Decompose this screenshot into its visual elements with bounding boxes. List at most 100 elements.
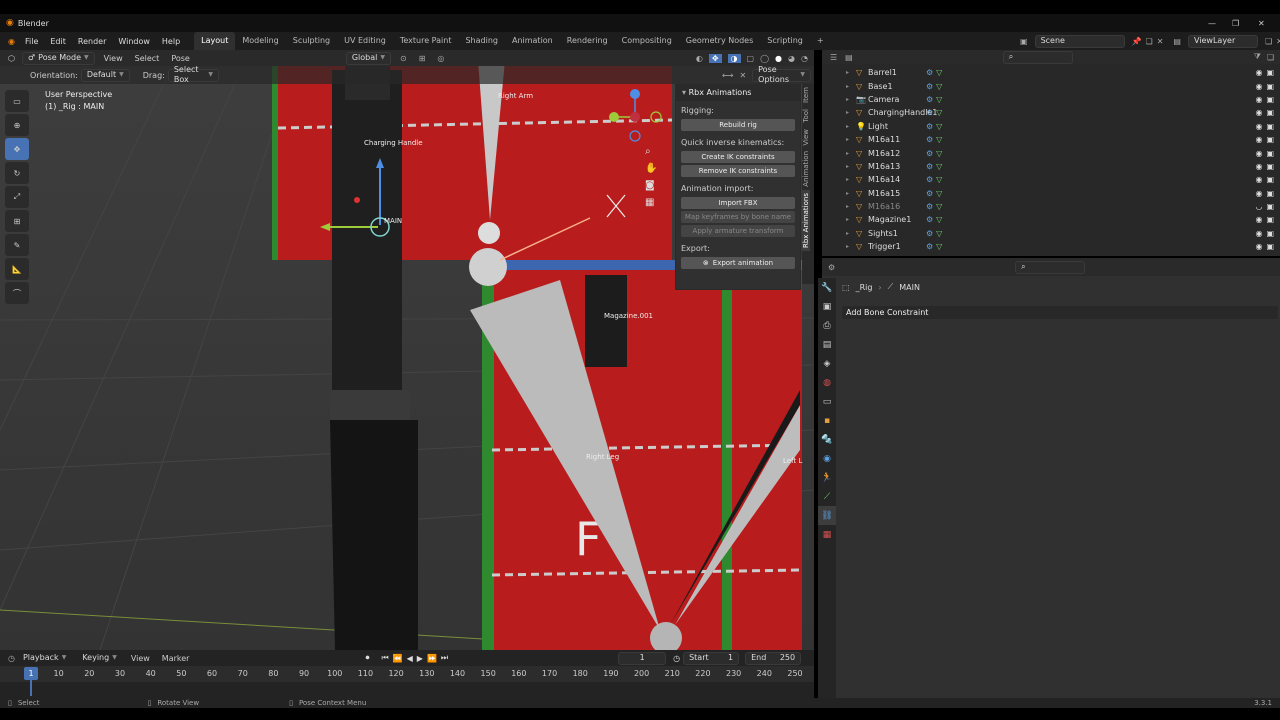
expand-icon[interactable]: ▸ <box>846 243 856 250</box>
outliner-item-name[interactable]: M16a16 <box>868 202 926 211</box>
create-ik-button[interactable]: Create IK constraints <box>681 151 795 163</box>
eye-icon[interactable]: ◉ <box>1255 189 1262 198</box>
grid-view-icon[interactable]: ▦ <box>645 197 657 208</box>
object-tab-icon[interactable]: ▪ <box>818 411 836 430</box>
tab-shading[interactable]: Shading <box>458 32 505 50</box>
pivot-icon[interactable]: ⊙ <box>400 54 407 63</box>
timeline-editor-icon[interactable]: ◷ <box>8 654 15 663</box>
tab-rbx-animations[interactable]: Rbx Animations <box>802 189 810 251</box>
outliner-item-name[interactable]: Magazine1 <box>868 215 926 224</box>
remove-ik-button[interactable]: Remove IK constraints <box>681 165 795 177</box>
measure-tool-icon[interactable]: 📐 <box>5 258 29 280</box>
eye-icon[interactable]: ◡ <box>1255 202 1262 211</box>
prev-key-icon[interactable]: ⏪ <box>393 654 403 663</box>
render-camera-icon[interactable]: ▣ <box>1266 202 1274 211</box>
pose-x-mirror-icon[interactable]: ⟷ <box>722 71 733 80</box>
playback-menu[interactable]: Playback ▼ <box>18 652 71 665</box>
menu-help[interactable]: Help <box>162 37 180 46</box>
properties-editor-icon[interactable]: ⚙ <box>828 263 835 272</box>
outliner-row[interactable]: ▸ ▽ Sights1 ⚙ ▽ ◉ ▣ <box>822 227 1280 240</box>
display-mode-icon[interactable]: ▤ <box>845 53 853 62</box>
tab-texture-paint[interactable]: Texture Paint <box>393 32 459 50</box>
drag-dropdown[interactable]: Select Box ▼ <box>167 65 219 84</box>
tab-layout[interactable]: Layout <box>194 32 236 50</box>
keying-menu[interactable]: Keying ▼ <box>77 652 122 665</box>
expand-icon[interactable]: ▸ <box>846 69 856 76</box>
menu-window[interactable]: Window <box>118 37 150 46</box>
outliner-item-name[interactable]: M16a11 <box>868 135 926 144</box>
eye-icon[interactable]: ◉ <box>1255 95 1262 104</box>
render-camera-icon[interactable]: ▣ <box>1266 229 1274 238</box>
scale-tool-icon[interactable]: ⤢ <box>5 186 29 208</box>
eye-icon[interactable]: ◉ <box>1255 229 1262 238</box>
jump-start-icon[interactable]: ⏮ <box>381 653 388 663</box>
tab-tool[interactable]: Tool <box>802 106 810 126</box>
end-frame-field[interactable]: End 250 <box>745 651 802 665</box>
close-icon[interactable]: ✕ <box>1258 19 1265 28</box>
outliner-row[interactable]: ▸ 📷 Camera ⚙ ▽ ◉ ▣ <box>822 93 1280 106</box>
eye-icon[interactable]: ◉ <box>1255 135 1262 144</box>
outliner-item-name[interactable]: Camera <box>868 95 926 104</box>
import-fbx-button[interactable]: Import FBX <box>681 197 795 209</box>
outliner-row[interactable]: ▸ ▽ Trigger1 ⚙ ▽ ◉ ▣ <box>822 240 1280 253</box>
clock-icon[interactable]: ◷ <box>673 654 680 663</box>
world-tab-icon[interactable]: ◍ <box>818 373 836 392</box>
expand-icon[interactable]: ▸ <box>846 96 856 103</box>
outliner-row[interactable]: ▸ 💡 Light ⚙ ▽ ◉ ▣ <box>822 120 1280 133</box>
outliner-item-name[interactable]: Light <box>868 122 926 131</box>
transform-tool-icon[interactable]: ⊞ <box>5 210 29 232</box>
new-view-layer-icon[interactable]: ❏ <box>1265 37 1272 46</box>
proportional-icon[interactable]: ◎ <box>437 54 444 63</box>
shading-wireframe-icon[interactable]: ◯ <box>760 54 769 63</box>
expand-icon[interactable]: ▸ <box>846 123 856 130</box>
visibility-icon[interactable]: ◐ <box>696 54 703 63</box>
eye-icon[interactable]: ◉ <box>1255 68 1262 77</box>
expand-icon[interactable]: ▸ <box>846 83 856 90</box>
view-layer-selector[interactable]: ViewLayer <box>1187 34 1258 48</box>
relax-tool-icon[interactable]: ⌒ <box>5 282 29 304</box>
expand-icon[interactable]: ▸ <box>846 230 856 237</box>
tool-tab-icon[interactable]: 🔧 <box>818 278 836 297</box>
outliner-item-name[interactable]: M16a15 <box>868 189 926 198</box>
tab-view[interactable]: View <box>802 126 810 149</box>
delete-view-layer-icon[interactable]: ✕ <box>1276 37 1280 46</box>
render-camera-icon[interactable]: ▣ <box>1266 82 1274 91</box>
pose-options-dropdown[interactable]: Pose Options ▼ <box>752 65 811 84</box>
physics-tab-icon[interactable]: ◉ <box>818 449 836 468</box>
expand-icon[interactable]: ▸ <box>846 176 856 183</box>
tab-scripting[interactable]: Scripting <box>760 32 810 50</box>
outliner-item-name[interactable]: Base1 <box>868 82 926 91</box>
expand-icon[interactable]: ▸ <box>846 190 856 197</box>
menu-render[interactable]: Render <box>78 37 106 46</box>
current-frame-field[interactable]: 1 <box>618 651 667 665</box>
filter-icon[interactable]: ⧩ <box>1254 52 1261 62</box>
tab-animation[interactable]: Animation <box>505 32 560 50</box>
timeline-view-menu[interactable]: View <box>131 654 150 663</box>
render-tab-icon[interactable]: ▣ <box>818 297 836 316</box>
object-data-tab-icon[interactable]: 🏃 <box>818 468 836 487</box>
expand-icon[interactable]: ▸ <box>846 109 856 116</box>
eye-icon[interactable]: ◉ <box>1255 108 1262 117</box>
zoom-icon[interactable]: ⌕ <box>645 146 657 157</box>
render-camera-icon[interactable]: ▣ <box>1266 189 1274 198</box>
scene-pin-icon[interactable]: 📌 <box>1132 37 1142 46</box>
outliner-row[interactable]: ▸ ▽ Barrel1 ⚙ ▽ ◉ ▣ <box>822 66 1280 79</box>
render-camera-icon[interactable]: ▣ <box>1266 215 1274 224</box>
tab-item[interactable]: Item <box>802 84 810 106</box>
mode-selector[interactable]: ♂ Pose Mode ▼ <box>21 51 95 65</box>
outliner-row[interactable]: ▸ ▽ M16a12 ⚙ ▽ ◉ ▣ <box>822 146 1280 159</box>
outliner-row[interactable]: ▸ ▽ M16a16 ⚙ ▽ ◡ ▣ <box>822 200 1280 213</box>
outliner-item-name[interactable]: Barrel1 <box>868 68 926 77</box>
new-collection-icon[interactable]: ❏ <box>1267 53 1274 62</box>
outliner-item-name[interactable]: Sights1 <box>868 229 926 238</box>
outliner-row[interactable]: ▸ ▽ M16a14 ⚙ ▽ ◉ ▣ <box>822 173 1280 186</box>
menu-select[interactable]: Select <box>135 54 160 63</box>
tab-compositing[interactable]: Compositing <box>615 32 679 50</box>
bone-tab-icon[interactable]: ⟋ <box>818 487 836 506</box>
rebuild-rig-button[interactable]: Rebuild rig <box>681 119 795 131</box>
eye-icon[interactable]: ◉ <box>1255 162 1262 171</box>
start-frame-field[interactable]: Start 1 <box>683 651 740 665</box>
menu-edit[interactable]: Edit <box>50 37 66 46</box>
expand-icon[interactable]: ▸ <box>846 150 856 157</box>
overlay-icon[interactable]: ◑ <box>727 53 741 63</box>
